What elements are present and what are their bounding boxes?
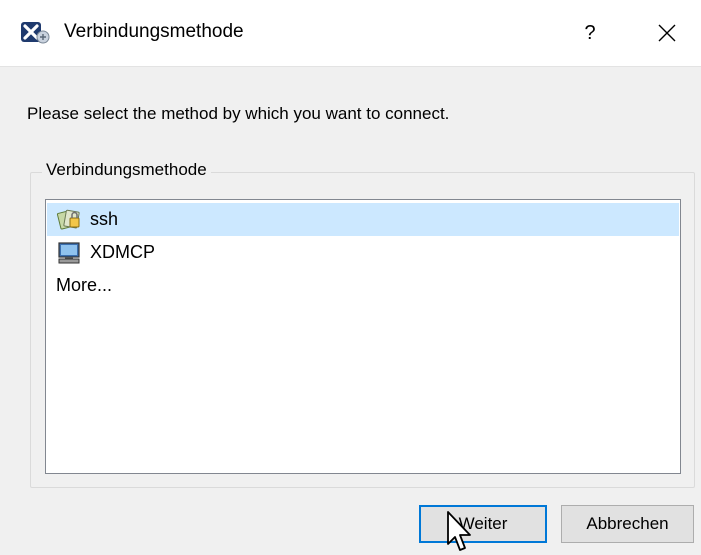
list-item-label: ssh — [90, 209, 119, 229]
method-listbox[interactable]: ssh XDMCP More... — [45, 199, 681, 474]
help-button[interactable]: ? — [562, 10, 618, 56]
close-icon — [658, 24, 676, 42]
title-bar[interactable]: Verbindungsmethode ? — [0, 0, 701, 67]
next-button[interactable]: Weiter — [419, 505, 547, 543]
list-item-label: XDMCP — [90, 242, 156, 262]
x2go-app-icon — [21, 22, 50, 44]
group-title: Verbindungsmethode — [42, 160, 211, 180]
list-item-label: More... — [56, 275, 113, 295]
computer-monitor-icon — [58, 241, 80, 263]
window-title: Verbindungsmethode — [64, 21, 244, 42]
close-button[interactable] — [636, 6, 698, 60]
instruction-text: Please select the method by which you wa… — [27, 104, 450, 123]
list-item-xdmcp[interactable]: XDMCP — [47, 236, 679, 269]
cancel-button[interactable]: Abbrechen — [561, 505, 694, 543]
connection-method-dialog: Verbindungsmethode ? Please select the m… — [0, 0, 701, 555]
ssh-keys-icon — [56, 209, 80, 230]
list-item-ssh[interactable]: ssh — [47, 203, 679, 236]
list-item-more[interactable]: More... — [47, 269, 679, 302]
